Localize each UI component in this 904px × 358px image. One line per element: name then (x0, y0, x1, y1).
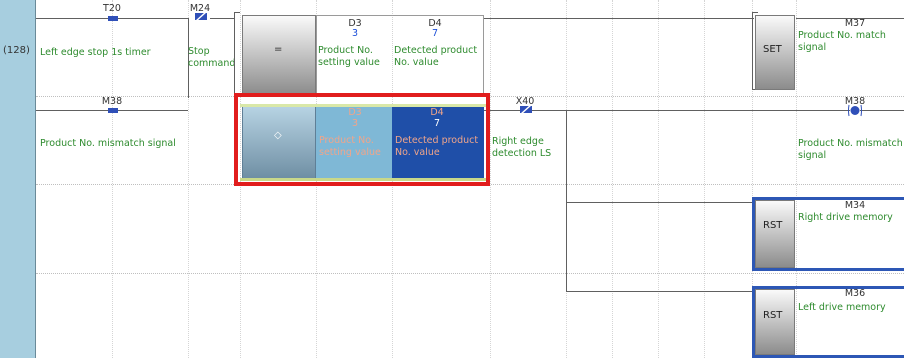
device-comment: Left drive memory (798, 302, 886, 313)
grid-line (490, 0, 491, 358)
ladder-editor: (128) T20 Left edge stop 1s timer M24 St… (0, 0, 904, 358)
operand-comment: Detected product (394, 45, 478, 56)
set-instruction: SET (763, 44, 782, 55)
device-comment: command (188, 58, 236, 69)
device-label: M36 (844, 288, 866, 299)
device-comment: Right edge (492, 136, 544, 147)
operand-value: 7 (431, 28, 439, 39)
instruction-cell (755, 289, 795, 355)
device-label: M38 (101, 96, 123, 107)
wire (118, 110, 188, 111)
equal-operator: = (274, 44, 283, 55)
device-comment: Product No. mismatch (798, 138, 903, 149)
bracket (234, 12, 240, 96)
rst-instruction: RST (763, 220, 783, 231)
branch-wire (566, 110, 567, 292)
grid-line (658, 0, 659, 358)
nc-contact-icon (195, 11, 207, 22)
wire (210, 18, 234, 19)
device-label: M37 (844, 18, 866, 29)
operand-value: 3 (351, 28, 359, 39)
wire (118, 18, 188, 19)
wire (860, 110, 904, 111)
rst-instruction: RST (763, 310, 783, 321)
device-comment: Left edge stop 1s timer (40, 47, 151, 58)
no-contact-icon (108, 16, 118, 21)
device-label: M34 (844, 200, 866, 211)
step-number: (128) (3, 45, 30, 56)
operator-cell (242, 15, 316, 95)
wire (566, 202, 754, 203)
device-comment: signal (798, 42, 827, 53)
wire (36, 110, 108, 111)
device-comment: signal (798, 150, 827, 161)
device-label: T20 (103, 3, 121, 14)
falling-edge-contact-icon (520, 104, 532, 115)
wire (36, 18, 108, 19)
highlight-box (234, 93, 490, 186)
wire (484, 18, 754, 19)
coil-icon (848, 104, 862, 117)
wire (566, 291, 754, 292)
device-comment: Product No. match (798, 30, 886, 41)
left-power-rail-edge (35, 0, 36, 358)
wire (530, 110, 850, 111)
device-comment: Product No. mismatch signal (40, 138, 176, 149)
no-contact-icon (108, 108, 118, 113)
device-comment: Stop (188, 46, 210, 57)
operand-comment: Product No. (318, 45, 373, 56)
operand-comment: setting value (318, 57, 380, 68)
operand-comment: No. value (394, 57, 439, 68)
grid-line (704, 0, 705, 358)
instruction-cell (755, 200, 795, 268)
device-comment: detection LS (492, 148, 552, 159)
row-separator (36, 273, 904, 274)
device-comment: Right drive memory (798, 212, 893, 223)
grid-line (612, 0, 613, 358)
